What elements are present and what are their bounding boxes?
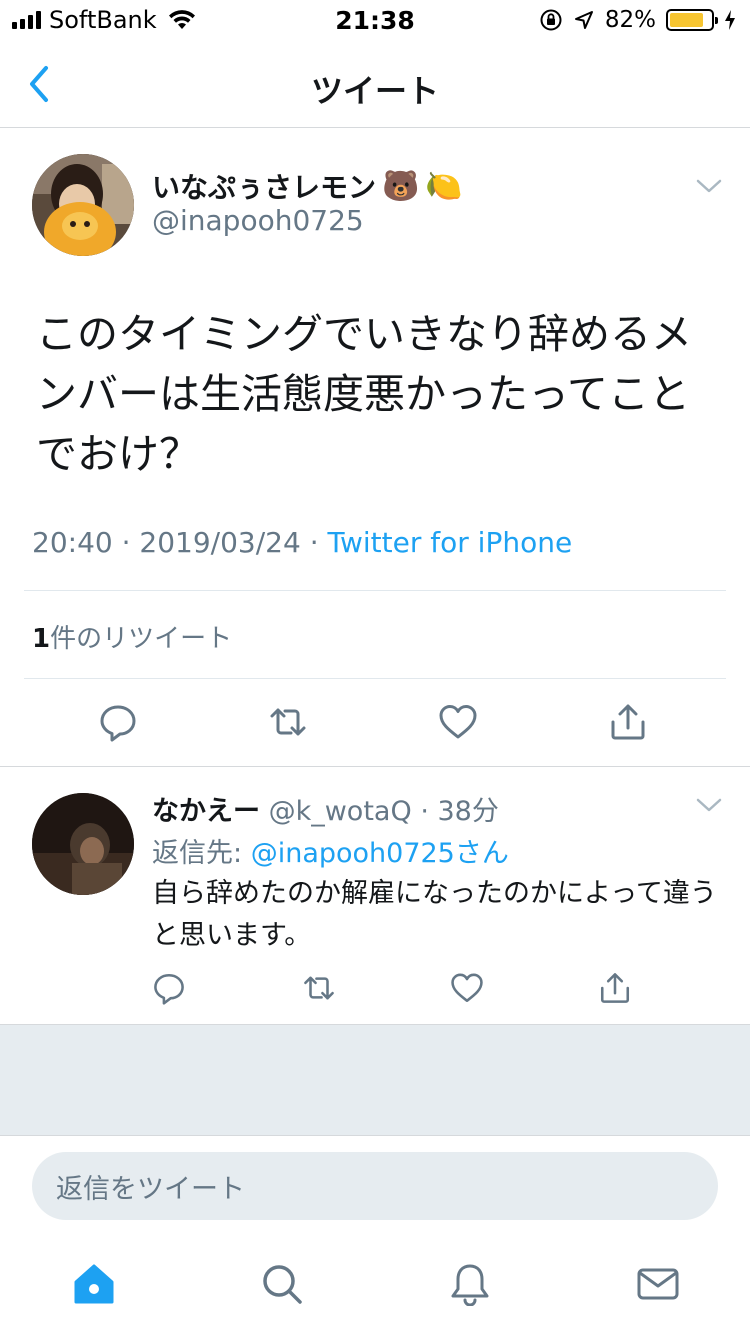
avatar[interactable] [32, 154, 134, 256]
like-icon[interactable] [450, 971, 484, 1005]
battery-icon [666, 9, 718, 31]
meta-separator: · [420, 796, 429, 827]
tab-bar [0, 1240, 750, 1334]
meta-separator: · [309, 526, 319, 559]
home-icon[interactable] [72, 1262, 116, 1306]
empty-area [0, 1024, 750, 1136]
retweet-icon[interactable] [302, 971, 336, 1005]
status-bar: SoftBank 21:38 82% [0, 0, 750, 40]
chevron-down-icon[interactable] [696, 178, 722, 194]
bear-emoji: 🐻 [382, 168, 420, 204]
meta-separator: · [121, 526, 131, 559]
chevron-down-icon[interactable] [696, 797, 722, 813]
page-title: ツイート [310, 72, 439, 110]
battery-level [670, 13, 703, 27]
reply-input-placeholder: 返信をツイート [56, 1173, 245, 1205]
divider [24, 590, 726, 591]
tweet-date: 2019/03/24 [139, 526, 301, 559]
reply-time: 38分 [437, 796, 499, 827]
retweet-count: 1 [32, 624, 51, 654]
tweet-text: このタイミングでいきなり辞めるメンバーは生活態度悪かったってことでおけ？ [36, 310, 692, 478]
author-name[interactable]: いなぷぅさレモン 🐻 🍋 [152, 166, 463, 206]
tweet-source-link[interactable]: Twitter for iPhone [328, 526, 573, 559]
divider [24, 678, 726, 679]
retweet-count-label: 件のリツイート [50, 624, 233, 654]
status-right: 82% [539, 6, 736, 34]
avatar[interactable] [32, 793, 134, 895]
reply-icon[interactable] [152, 971, 186, 1005]
battery-percent: 82% [604, 7, 656, 33]
nav-bar: ツイート [0, 40, 750, 128]
lemon-emoji: 🍋 [425, 168, 463, 204]
tweet-time: 20:40 [32, 526, 113, 559]
reply-to-mention[interactable]: @inapooh0725さん [251, 838, 509, 869]
messages-icon[interactable] [636, 1262, 680, 1306]
reply-header: なかえー @k_wotaQ · 38分 [152, 789, 499, 828]
search-icon[interactable] [260, 1262, 304, 1306]
tweet-meta: 20:40 · 2019/03/24 · Twitter for iPhone [32, 526, 572, 559]
reply-text: 自ら辞めたのか解雇になったのかによって違うと思います。 [152, 878, 717, 951]
share-icon[interactable] [598, 971, 632, 1005]
avatar-image [32, 793, 134, 895]
location-icon [574, 11, 593, 29]
retweet-icon[interactable] [268, 702, 308, 742]
tweet-actions [0, 698, 750, 766]
reply-tweet[interactable]: なかえー @k_wotaQ · 38分 返信先: @inapooh0725さん … [0, 766, 750, 1024]
author-name-text: いなぷぅさレモン [152, 171, 377, 204]
reply-author-handle[interactable]: @k_wotaQ [269, 796, 412, 827]
reply-input[interactable]: 返信をツイート [32, 1152, 718, 1220]
charging-icon [725, 10, 735, 30]
like-icon[interactable] [438, 702, 478, 742]
retweet-count-link[interactable]: 1件のリツイート [32, 618, 232, 655]
reply-to-line: 返信先: @inapooh0725さん [152, 831, 509, 870]
orientation-lock-icon [540, 9, 562, 31]
share-icon[interactable] [608, 702, 648, 742]
notifications-icon[interactable] [448, 1262, 492, 1306]
reply-icon[interactable] [98, 702, 138, 742]
avatar-image [32, 154, 134, 256]
reply-author-name[interactable]: なかえー [152, 796, 260, 827]
reply-to-label: 返信先: [152, 838, 243, 869]
reply-actions [0, 969, 750, 1009]
author-handle[interactable]: @inapooh0725 [152, 204, 364, 237]
